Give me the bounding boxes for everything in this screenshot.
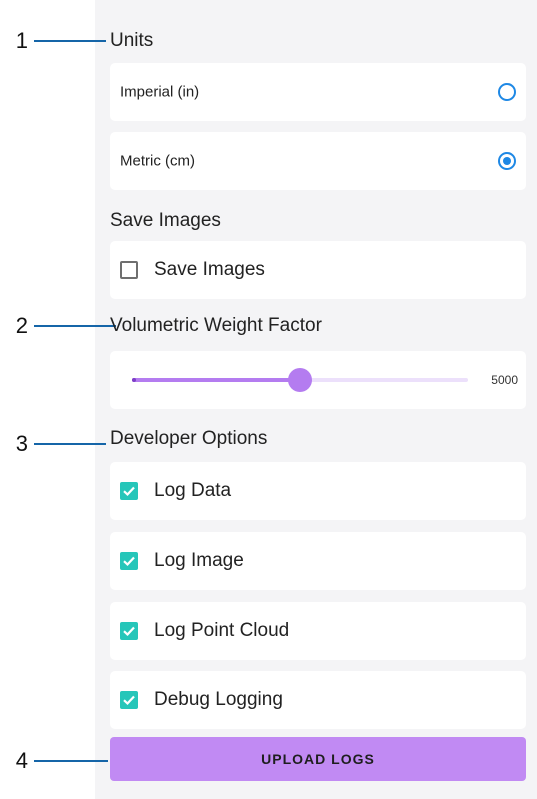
dev-option-label: Log Point Cloud bbox=[154, 620, 290, 641]
dev-option-label: Debug Logging bbox=[154, 689, 283, 710]
callout-number-4: 4 bbox=[15, 748, 28, 773]
callout-line-3 bbox=[34, 443, 106, 445]
checkbox-checked-icon[interactable] bbox=[120, 691, 138, 709]
checkbox-unchecked-icon[interactable] bbox=[120, 261, 138, 279]
save-images-title: Save Images bbox=[110, 210, 221, 231]
callout-line-4 bbox=[34, 760, 108, 762]
slider-thumb[interactable] bbox=[288, 368, 312, 392]
units-option-metric[interactable]: Metric (cm) bbox=[110, 132, 526, 190]
units-option-label: Metric (cm) bbox=[120, 152, 195, 170]
slider-start-dot bbox=[132, 378, 136, 382]
dev-option-label: Log Image bbox=[154, 550, 244, 571]
save-images-label: Save Images bbox=[154, 259, 265, 280]
checkbox-checked-icon[interactable] bbox=[120, 622, 138, 640]
units-option-imperial[interactable]: Imperial (in) bbox=[110, 63, 526, 121]
callout-number-1: 1 bbox=[15, 28, 28, 53]
radio-selected-icon[interactable] bbox=[498, 152, 516, 170]
dev-option-label: Log Data bbox=[154, 480, 232, 501]
dev-option-log-data[interactable]: Log Data bbox=[110, 462, 526, 520]
volumetric-title: Volumetric Weight Factor bbox=[110, 315, 322, 336]
callout-line-1 bbox=[34, 40, 106, 42]
save-images-row[interactable]: Save Images bbox=[110, 241, 526, 299]
units-option-label: Imperial (in) bbox=[120, 83, 200, 101]
slider-value: 5000 bbox=[491, 373, 518, 387]
volumetric-slider-card: 5000 bbox=[110, 351, 526, 409]
callout-number-3: 3 bbox=[15, 431, 28, 456]
dev-option-log-point-cloud[interactable]: Log Point Cloud bbox=[110, 602, 526, 660]
slider-fill bbox=[132, 378, 300, 382]
dev-option-log-image[interactable]: Log Image bbox=[110, 532, 526, 590]
units-title: Units bbox=[110, 30, 154, 51]
developer-options-title: Developer Options bbox=[110, 428, 268, 449]
checkbox-checked-icon[interactable] bbox=[120, 552, 138, 570]
dev-option-debug-logging[interactable]: Debug Logging bbox=[110, 671, 526, 729]
callout-line-2 bbox=[34, 325, 116, 327]
checkbox-checked-icon[interactable] bbox=[120, 482, 138, 500]
callout-number-2: 2 bbox=[15, 313, 28, 338]
upload-logs-button[interactable]: UPLOAD LOGS bbox=[110, 737, 526, 781]
radio-unselected-icon[interactable] bbox=[498, 83, 516, 101]
